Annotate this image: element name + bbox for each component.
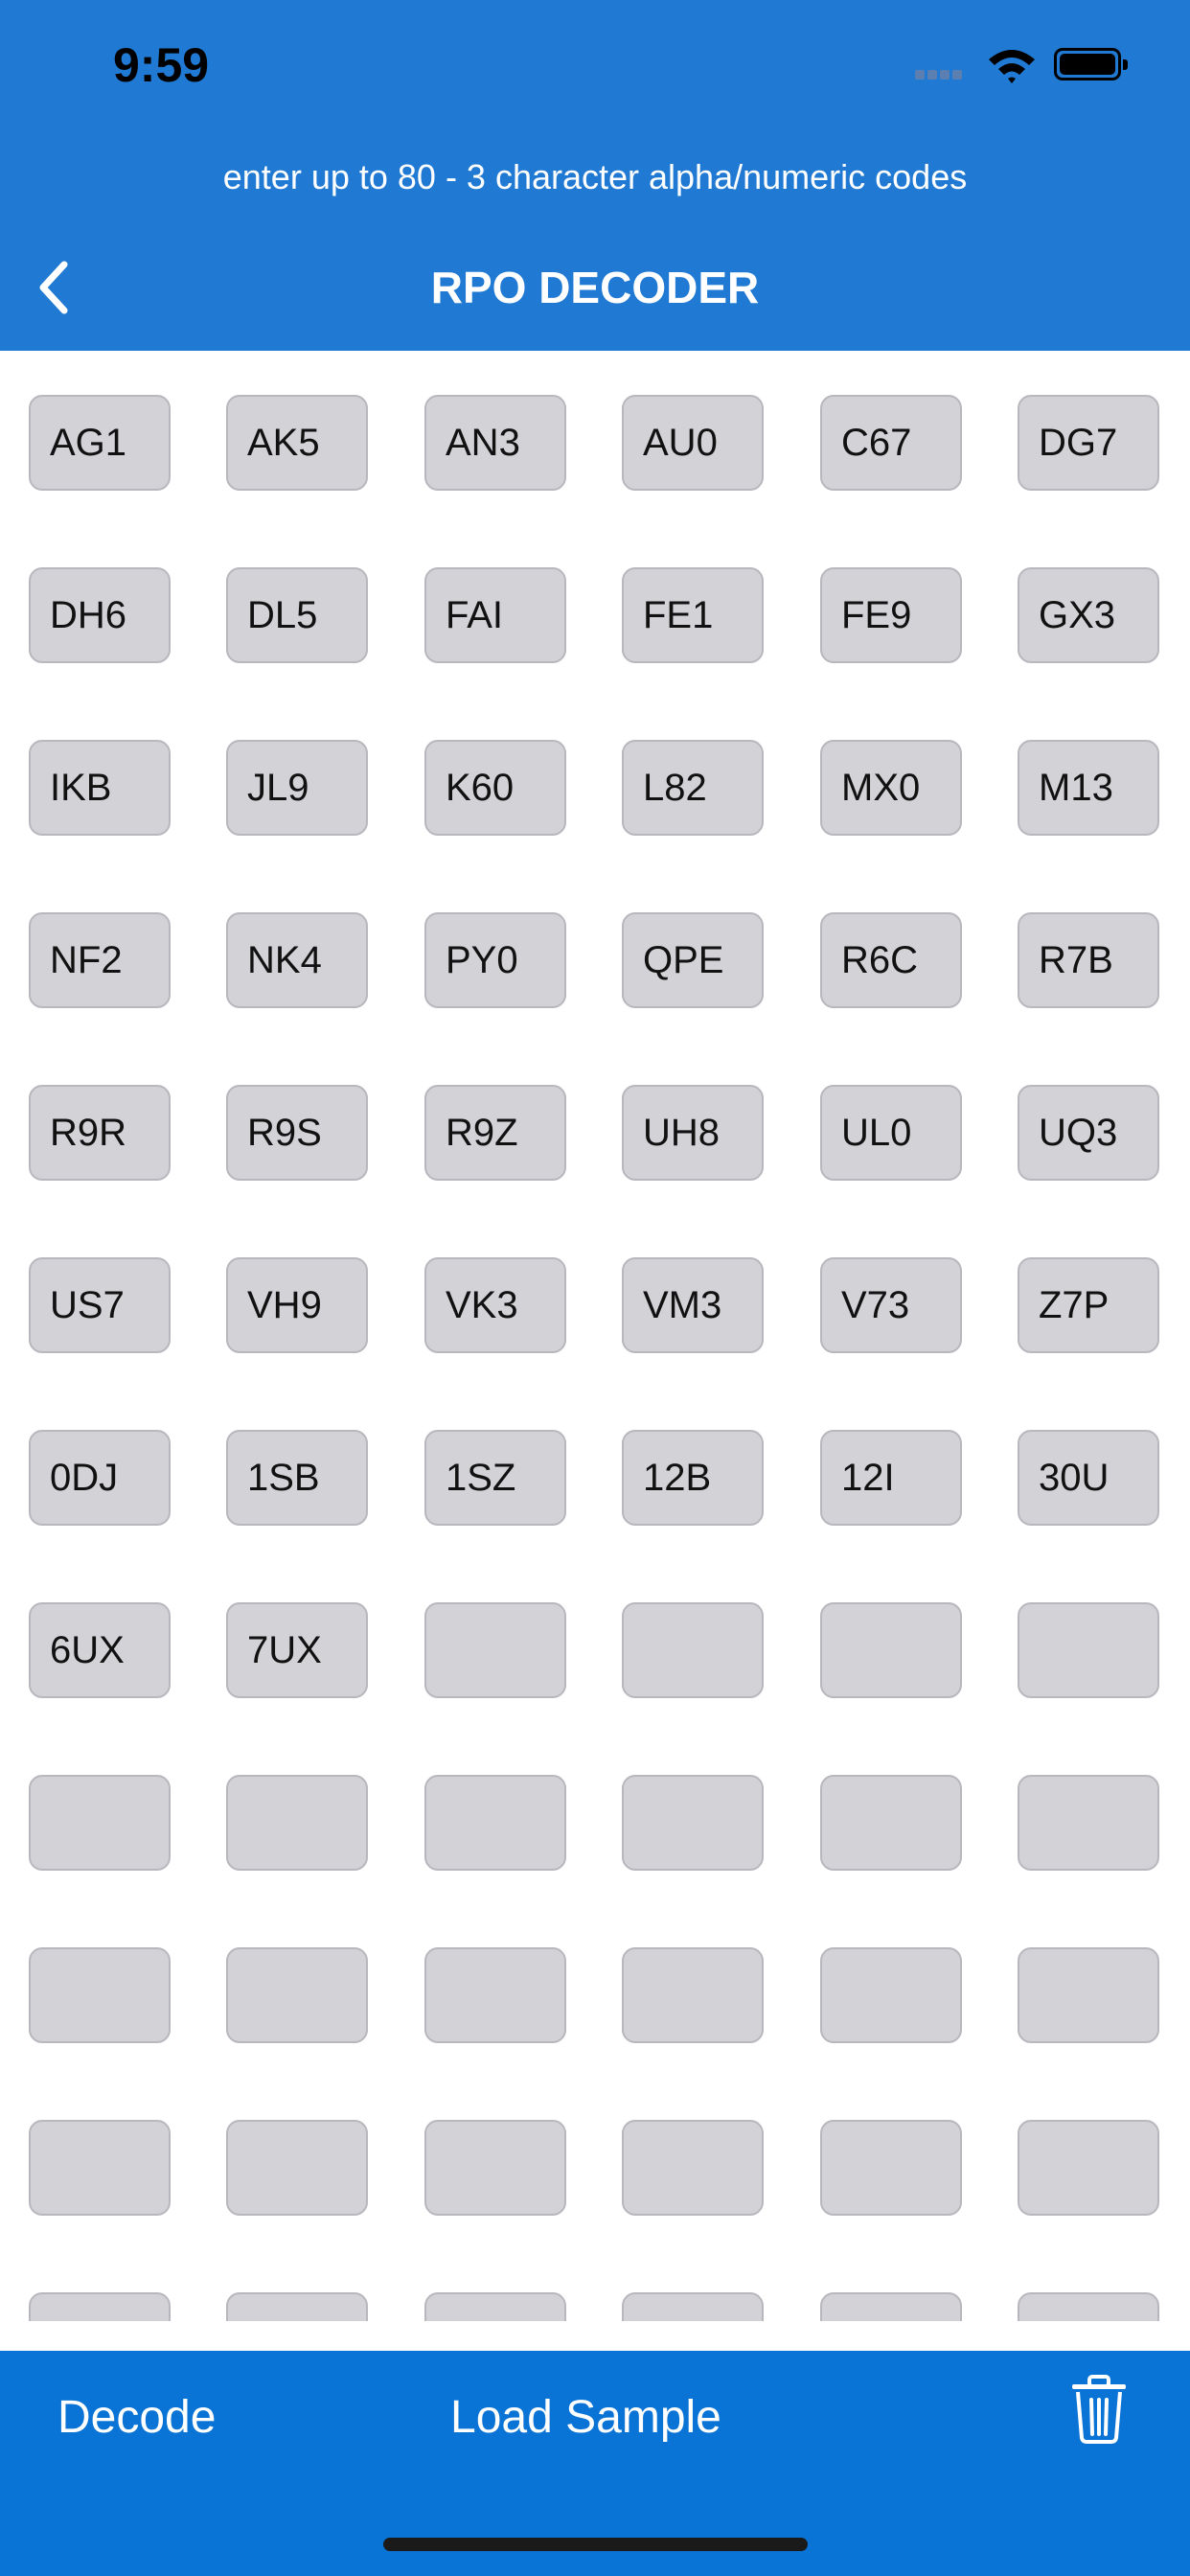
code-field[interactable]: 0DJ	[29, 1430, 171, 1526]
code-field[interactable]: R9S	[226, 1085, 368, 1181]
code-field[interactable]	[820, 2292, 962, 2321]
code-field[interactable]: UL0	[820, 1085, 962, 1181]
code-field[interactable]: DL5	[226, 567, 368, 663]
code-field[interactable]: FAI	[424, 567, 566, 663]
page-subtitle: enter up to 80 - 3 character alpha/numer…	[222, 157, 968, 196]
code-field[interactable]	[424, 1602, 566, 1698]
code-field[interactable]	[29, 1947, 171, 2043]
code-field[interactable]: R7B	[1018, 912, 1159, 1008]
wifi-icon	[989, 50, 1035, 83]
battery-icon	[1054, 48, 1128, 80]
code-field[interactable]: UH8	[622, 1085, 764, 1181]
code-field[interactable]: R9R	[29, 1085, 171, 1181]
code-field[interactable]: FE9	[820, 567, 962, 663]
code-field[interactable]	[424, 1947, 566, 2043]
code-field[interactable]: 1SZ	[424, 1430, 566, 1526]
code-field[interactable]: JL9	[226, 740, 368, 836]
code-field[interactable]: 30U	[1018, 1430, 1159, 1526]
code-field[interactable]: 6UX	[29, 1602, 171, 1698]
code-field[interactable]	[820, 1947, 962, 2043]
code-field[interactable]	[29, 2120, 171, 2216]
code-field[interactable]: 7UX	[226, 1602, 368, 1698]
code-field[interactable]: AU0	[622, 395, 764, 491]
code-field[interactable]	[1018, 1775, 1159, 1871]
code-field[interactable]: K60	[424, 740, 566, 836]
code-field[interactable]	[1018, 2120, 1159, 2216]
load-sample-button[interactable]: Load Sample	[450, 2380, 721, 2456]
code-field[interactable]: VK3	[424, 1257, 566, 1353]
code-field[interactable]: NF2	[29, 912, 171, 1008]
code-field[interactable]	[1018, 2292, 1159, 2321]
code-field[interactable]: AN3	[424, 395, 566, 491]
back-button[interactable]	[29, 254, 77, 321]
code-field[interactable]: PY0	[424, 912, 566, 1008]
trash-icon[interactable]	[1068, 2375, 1130, 2444]
code-field[interactable]	[820, 1775, 962, 1871]
code-field[interactable]: L82	[622, 740, 764, 836]
code-field[interactable]	[1018, 1602, 1159, 1698]
code-field[interactable]: AK5	[226, 395, 368, 491]
code-field[interactable]	[622, 1602, 764, 1698]
code-field[interactable]	[226, 2292, 368, 2321]
code-field[interactable]: DH6	[29, 567, 171, 663]
code-field[interactable]	[226, 1775, 368, 1871]
code-field[interactable]: 12I	[820, 1430, 962, 1526]
code-field[interactable]: V73	[820, 1257, 962, 1353]
header: 9:59 enter up to 80 - 3 character alpha/…	[0, 0, 1190, 351]
code-field[interactable]: IKB	[29, 740, 171, 836]
code-field[interactable]: R6C	[820, 912, 962, 1008]
code-field[interactable]: UQ3	[1018, 1085, 1159, 1181]
home-indicator	[383, 2538, 808, 2551]
code-field[interactable]: DG7	[1018, 395, 1159, 491]
code-field[interactable]: Z7P	[1018, 1257, 1159, 1353]
code-field[interactable]	[29, 1775, 171, 1871]
code-field[interactable]	[622, 1775, 764, 1871]
code-field[interactable]: AG1	[29, 395, 171, 491]
code-field[interactable]: VH9	[226, 1257, 368, 1353]
cellular-signal-icon	[915, 67, 969, 80]
status-time: 9:59	[113, 38, 210, 92]
code-field[interactable]	[424, 2292, 566, 2321]
code-field[interactable]	[424, 1775, 566, 1871]
code-field[interactable]	[622, 1947, 764, 2043]
page-title: RPO DECODER	[430, 263, 760, 312]
code-field[interactable]	[820, 1602, 962, 1698]
code-field[interactable]: MX0	[820, 740, 962, 836]
code-grid: AG1 AK5 AN3 AU0 C67 DG7 DH6 DL5 FAI FE1 FE9 GX3 IKB J…	[0, 351, 1190, 2321]
code-field[interactable]: C67	[820, 395, 962, 491]
chevron-left-icon	[39, 261, 68, 314]
code-field[interactable]: FE1	[622, 567, 764, 663]
code-field[interactable]	[424, 2120, 566, 2216]
code-field[interactable]: 1SB	[226, 1430, 368, 1526]
code-field[interactable]	[622, 2120, 764, 2216]
code-field[interactable]	[226, 2120, 368, 2216]
code-field[interactable]	[622, 2292, 764, 2321]
decode-button[interactable]: Decode	[57, 2380, 216, 2456]
code-field[interactable]	[1018, 1947, 1159, 2043]
code-field[interactable]: VM3	[622, 1257, 764, 1353]
code-field[interactable]	[226, 1947, 368, 2043]
code-field[interactable]	[29, 2292, 171, 2321]
code-field[interactable]: R9Z	[424, 1085, 566, 1181]
code-field[interactable]: US7	[29, 1257, 171, 1353]
code-field[interactable]: M13	[1018, 740, 1159, 836]
code-field[interactable]: 12B	[622, 1430, 764, 1526]
code-field[interactable]: GX3	[1018, 567, 1159, 663]
code-field[interactable]: NK4	[226, 912, 368, 1008]
code-field[interactable]: QPE	[622, 912, 764, 1008]
code-field[interactable]	[820, 2120, 962, 2216]
